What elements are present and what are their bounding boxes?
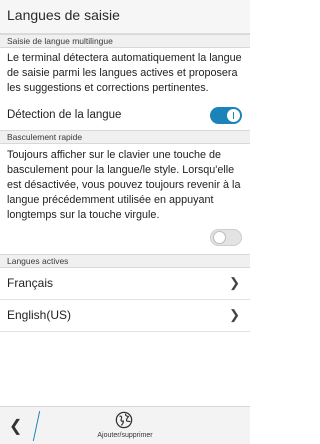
toggle-knob [213,231,226,244]
language-item-english-us[interactable]: English(US) ❯ [0,300,250,332]
toggle-knob [227,109,240,122]
section-label-active-languages: Langues actives [7,256,69,266]
page-title: Langues de saisie [7,7,120,23]
language-detection-label: Détection de la langue [7,109,122,121]
language-item-francais[interactable]: Français ❯ [0,268,250,300]
section-label-multilingual: Saisie de langue multilingue [7,36,113,46]
section-header-multilingual: Saisie de langue multilingue [0,34,250,48]
chevron-right-icon: ❯ [229,307,240,322]
language-label: Français [7,276,54,290]
title-bar: Langues de saisie [0,0,250,34]
section-header-quick-switch: Basculement rapide [0,130,250,144]
section-label-quick-switch: Basculement rapide [7,132,83,142]
language-detection-toggle[interactable] [210,107,242,124]
quick-switch-description: Toujours afficher sur le clavier une tou… [7,149,241,221]
add-remove-label: Ajouter/supprimer [97,432,153,439]
chevron-right-icon: ❯ [229,275,240,290]
section-header-active-languages: Langues actives [0,254,250,268]
globe-icon [115,411,133,429]
multilingual-description: Le terminal détectera automatiquement la… [7,52,242,94]
bottom-action-bar: ❮ Ajouter/supprimer [0,406,250,444]
language-label: English(US) [7,308,72,322]
quick-switch-toggle[interactable] [210,229,242,246]
